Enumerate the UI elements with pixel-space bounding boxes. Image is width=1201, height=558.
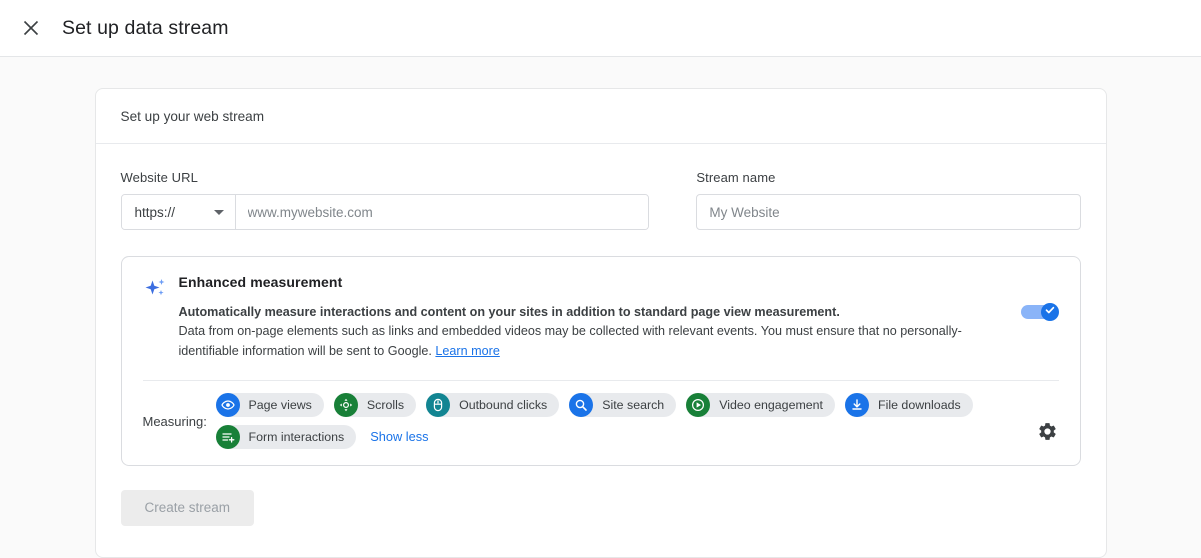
- chip-scrolls[interactable]: Scrolls: [333, 392, 417, 417]
- create-stream-button[interactable]: Create stream: [120, 489, 255, 526]
- description-line-3: identifiable information will be sent to…: [178, 343, 432, 358]
- play-icon: [686, 392, 711, 417]
- chip-video-engagement[interactable]: Video engagement: [686, 392, 836, 417]
- close-button[interactable]: [14, 11, 48, 45]
- measuring-chips: Page views Scrolls Outbound clicks Site …: [215, 392, 1059, 449]
- page-content: Set up your web stream Website URL https…: [0, 57, 1201, 558]
- chip-label: Video engagement: [719, 397, 824, 412]
- chip-label: Scrolls: [366, 397, 405, 412]
- toggle-thumb: [1040, 303, 1059, 321]
- show-less-link[interactable]: Show less: [366, 429, 428, 444]
- measuring-row: Measuring: Page views Scrolls Outbound c…: [143, 381, 1059, 449]
- chip-label: Form interactions: [248, 429, 345, 444]
- gear-icon: [1037, 421, 1058, 447]
- description-line-2: Data from on-page elements such as links…: [178, 324, 962, 339]
- chip-label: Page views: [248, 397, 312, 412]
- scroll-icon: [333, 392, 358, 417]
- close-icon: [21, 18, 41, 38]
- chip-file-downloads[interactable]: File downloads: [845, 392, 973, 417]
- description-line-1: Automatically measure interactions and c…: [178, 305, 840, 319]
- stream-name-label: Stream name: [696, 170, 776, 185]
- form-icon: [215, 424, 240, 449]
- scheme-select-value: https://: [134, 204, 176, 220]
- learn-more-link[interactable]: Learn more: [435, 344, 499, 358]
- enhanced-measurement-toggle[interactable]: [1020, 303, 1059, 321]
- chip-site-search[interactable]: Site search: [569, 392, 677, 417]
- card-header: Set up your web stream: [95, 89, 1106, 144]
- website-url-input-group: https://: [120, 194, 650, 230]
- top-bar: Set up data stream: [0, 0, 1201, 57]
- card-body: Website URL https:// Stream name: [96, 144, 1106, 557]
- website-url-input[interactable]: [235, 195, 649, 229]
- mouse-icon: [426, 392, 451, 417]
- check-icon: [1044, 303, 1056, 321]
- page-title: Set up data stream: [62, 16, 229, 39]
- chip-outbound-clicks[interactable]: Outbound clicks: [426, 392, 560, 417]
- stream-name-field: Stream name: [696, 170, 1081, 230]
- setup-card: Set up your web stream Website URL https…: [94, 88, 1107, 558]
- enhanced-measurement-settings-button[interactable]: [1036, 422, 1060, 446]
- stream-name-input[interactable]: [696, 194, 1081, 230]
- enhanced-measurement-title: Enhanced measurement: [178, 274, 343, 290]
- sparkle-icon: [143, 274, 173, 307]
- website-url-field: Website URL https://: [120, 170, 650, 230]
- chevron-down-icon: [213, 209, 224, 215]
- download-icon: [845, 392, 870, 417]
- scheme-select[interactable]: https://: [121, 195, 236, 229]
- measuring-label: Measuring:: [142, 414, 207, 430]
- enhanced-measurement-panel: Enhanced measurement Automatically measu…: [120, 256, 1081, 466]
- chip-page-views[interactable]: Page views: [215, 392, 324, 417]
- chip-label: File downloads: [878, 397, 961, 412]
- enhanced-measurement-text: Enhanced measurement Automatically measu…: [173, 274, 1059, 361]
- field-row: Website URL https:// Stream name: [120, 170, 1081, 230]
- eye-icon: [215, 392, 240, 417]
- chip-label: Site search: [602, 397, 665, 412]
- chip-form-interactions[interactable]: Form interactions: [215, 424, 357, 449]
- website-url-label: Website URL: [120, 170, 198, 185]
- enhanced-measurement-header: Enhanced measurement Automatically measu…: [143, 274, 1059, 361]
- enhanced-measurement-description: Automatically measure interactions and c…: [179, 303, 969, 361]
- chip-label: Outbound clicks: [459, 397, 548, 412]
- search-icon: [569, 392, 594, 417]
